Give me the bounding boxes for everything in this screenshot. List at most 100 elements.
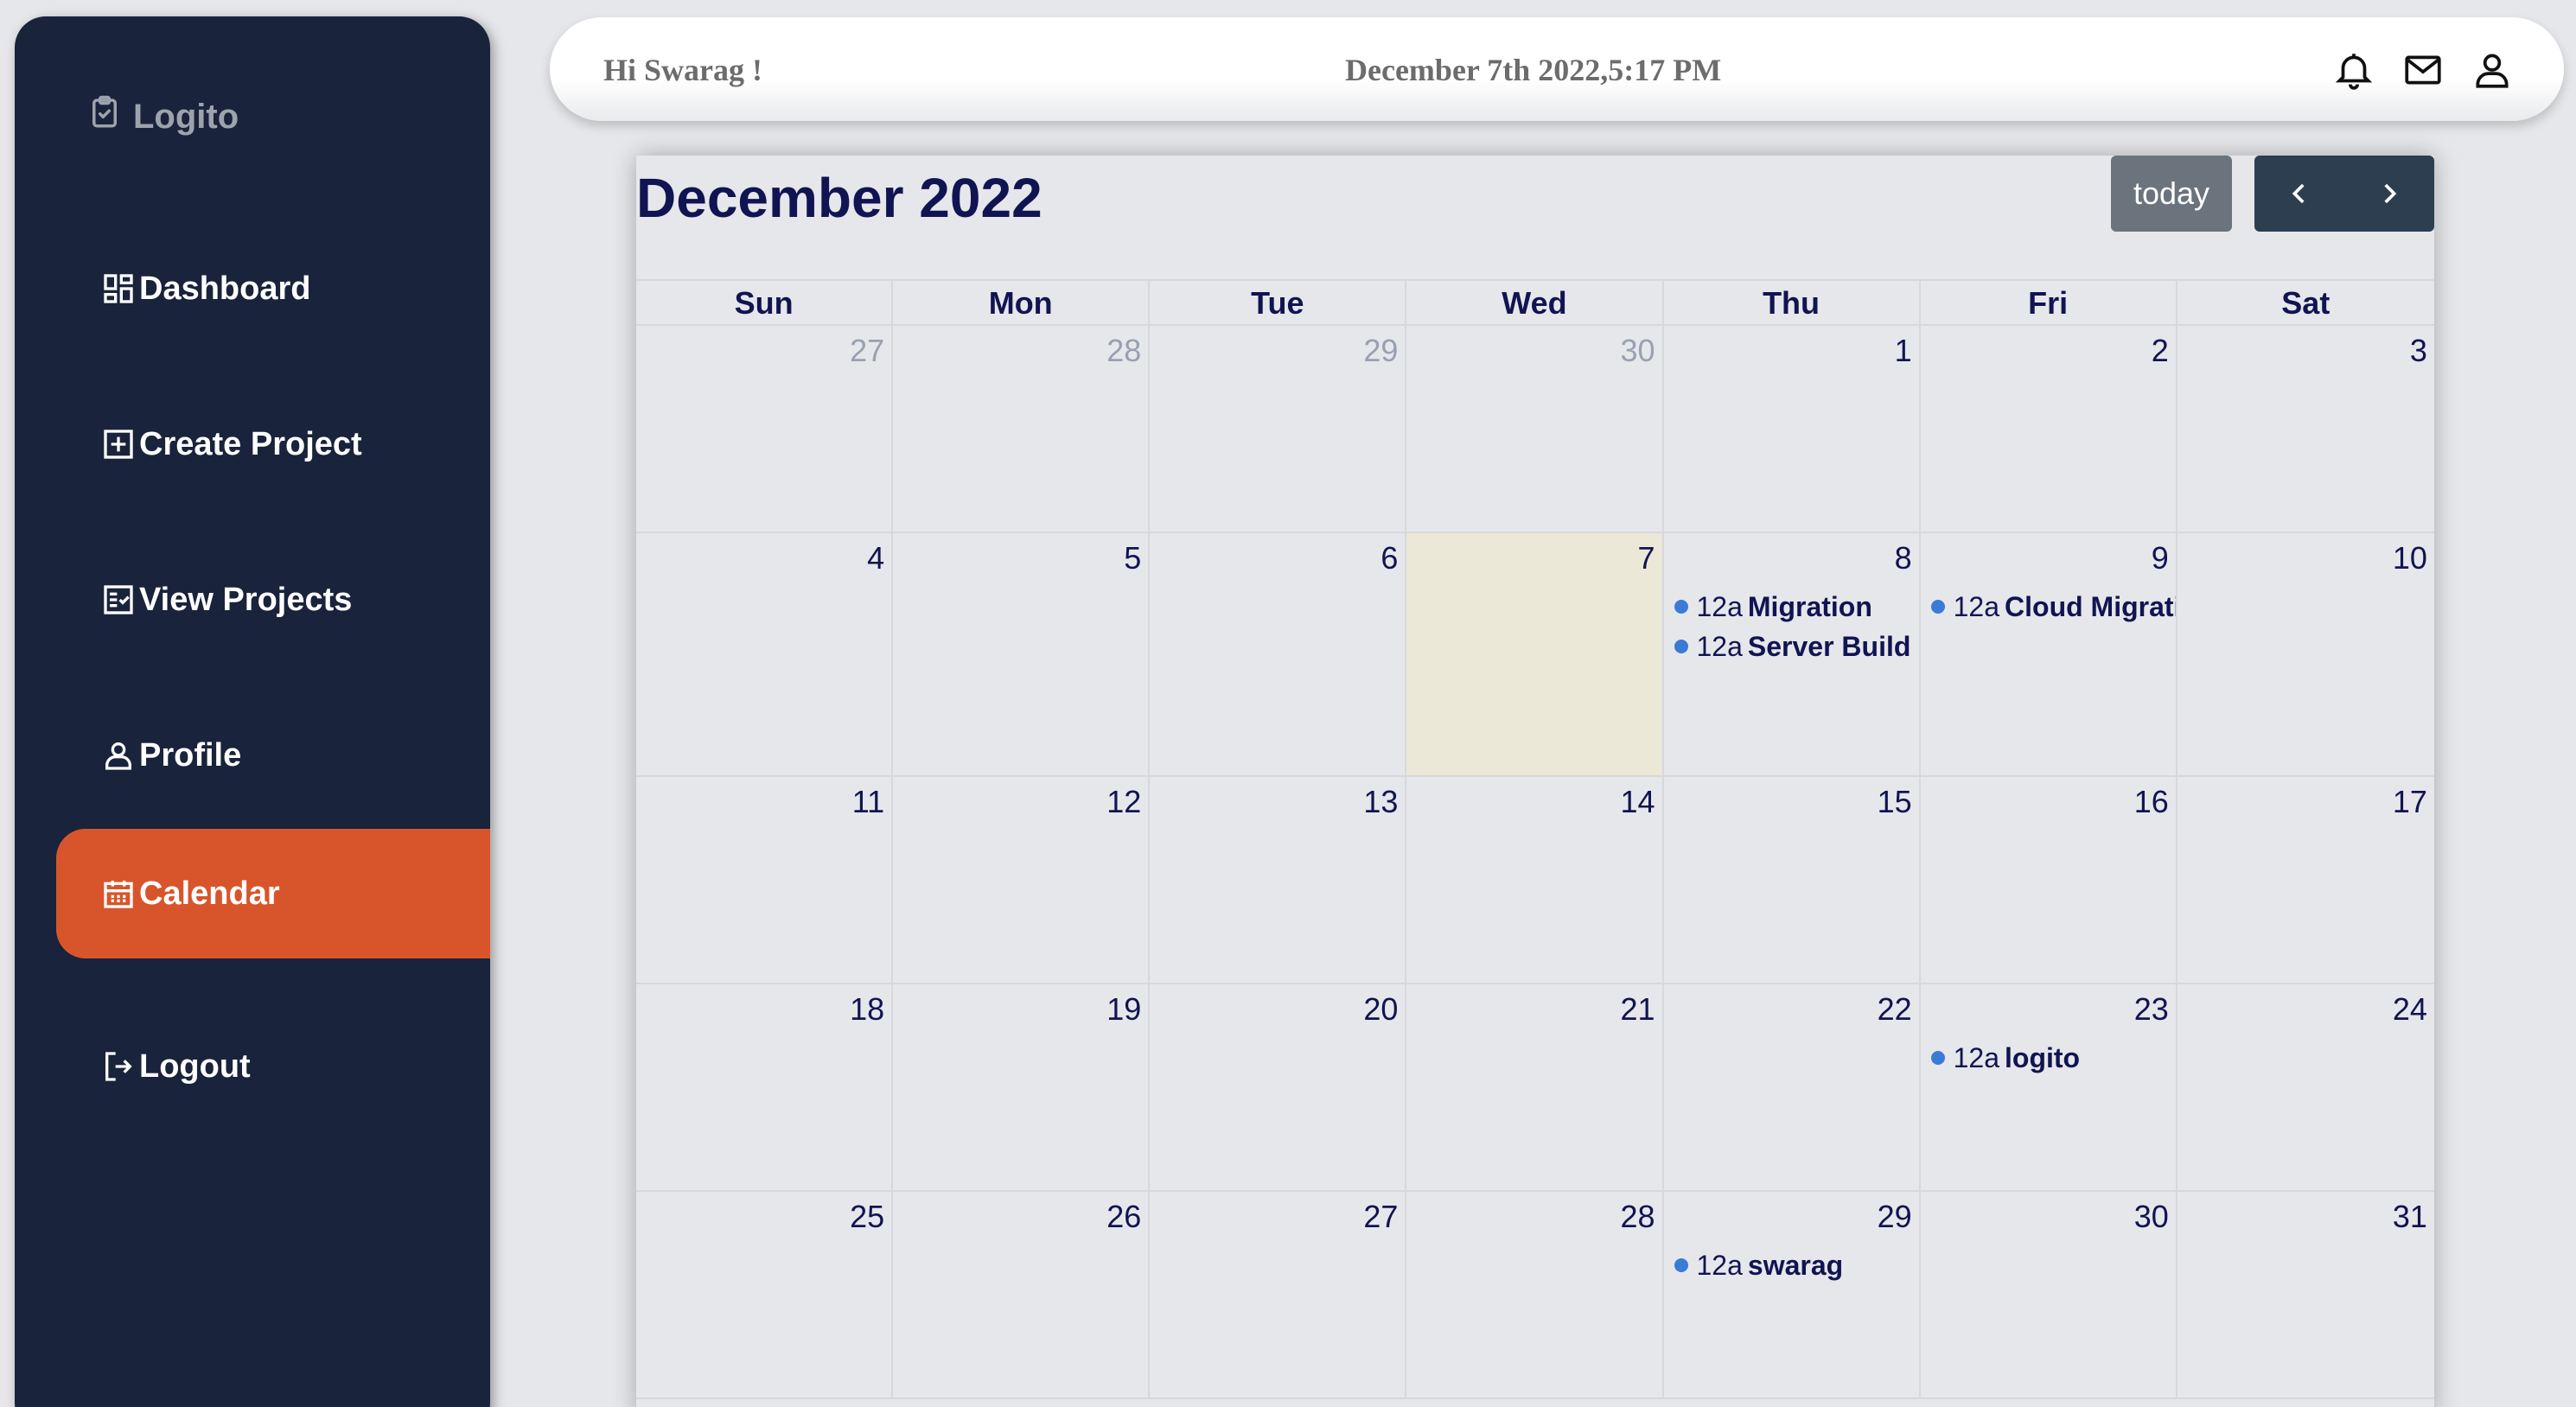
- day-number[interactable]: 27: [1363, 1199, 1398, 1235]
- day-cell[interactable]: 9 12aCloud Migration: [1921, 533, 2177, 775]
- day-cell[interactable]: 23 12a logito: [1921, 984, 2177, 1190]
- day-number[interactable]: 22: [1878, 991, 1912, 1028]
- calendar-event[interactable]: 12a Migration: [1674, 587, 1919, 627]
- day-number[interactable]: 6: [1380, 540, 1398, 576]
- day-cell[interactable]: 12: [893, 777, 1151, 983]
- week-row: 25 26 27 28 29 12a swarag 30 31: [636, 1192, 2434, 1399]
- day-cell[interactable]: 25: [636, 1192, 894, 1397]
- day-cell[interactable]: 29 12a swarag: [1664, 1192, 1921, 1397]
- day-number[interactable]: 21: [1620, 991, 1655, 1028]
- day-number[interactable]: 29: [1363, 333, 1398, 369]
- day-number[interactable]: 19: [1106, 991, 1141, 1028]
- day-number[interactable]: 11: [852, 784, 884, 820]
- day-cell[interactable]: 30: [1406, 326, 1664, 532]
- event-title: Migration: [1747, 590, 1872, 622]
- day-number[interactable]: 7: [1637, 540, 1655, 576]
- day-cell[interactable]: 26: [893, 1192, 1151, 1397]
- day-cell[interactable]: 18: [636, 984, 894, 1190]
- day-cell[interactable]: 27: [636, 326, 894, 532]
- day-number[interactable]: 10: [2393, 540, 2427, 576]
- day-number[interactable]: 31: [2393, 1199, 2427, 1235]
- month-grid: Sun Mon Tue Wed Thu Fri Sat 27 28 29 30 1 2 3 4 5 6 7 8 12…: [636, 279, 2434, 1399]
- day-cell[interactable]: 6: [1150, 533, 1407, 775]
- day-number[interactable]: 16: [2134, 784, 2169, 820]
- prev-month-button[interactable]: [2254, 156, 2344, 232]
- day-events: 12a Migration 12a Server Build: [1674, 587, 1919, 666]
- day-cell[interactable]: 27: [1150, 1192, 1407, 1397]
- today-button[interactable]: today: [2111, 156, 2232, 232]
- day-cell[interactable]: 3: [2177, 326, 2434, 532]
- day-number[interactable]: 13: [1363, 784, 1398, 820]
- day-cell[interactable]: 13: [1150, 777, 1407, 983]
- calendar-event[interactable]: 12aCloud Migration: [1930, 587, 2176, 627]
- day-cell[interactable]: 14: [1406, 777, 1664, 983]
- day-number[interactable]: 27: [850, 333, 884, 369]
- day-cell[interactable]: 29: [1150, 326, 1407, 532]
- sidebar-item-logout[interactable]: Logout: [56, 1002, 490, 1131]
- day-number[interactable]: 14: [1620, 784, 1655, 820]
- day-number[interactable]: 30: [1620, 333, 1655, 369]
- app-logo[interactable]: Logito: [86, 94, 239, 139]
- day-cell[interactable]: 16: [1921, 777, 2177, 983]
- day-cell[interactable]: 28: [893, 326, 1151, 532]
- day-cell[interactable]: 8 12a Migration 12a Server Build: [1664, 533, 1921, 775]
- day-number[interactable]: 29: [1878, 1199, 1912, 1235]
- day-cell-today[interactable]: 7: [1406, 533, 1664, 775]
- day-cell[interactable]: 28: [1406, 1192, 1664, 1397]
- mail-icon[interactable]: [2401, 48, 2445, 92]
- day-number[interactable]: 28: [1620, 1199, 1655, 1235]
- day-number[interactable]: 26: [1106, 1199, 1141, 1235]
- day-number[interactable]: 23: [2134, 991, 2169, 1028]
- day-number[interactable]: 20: [1363, 991, 1398, 1028]
- day-cell[interactable]: 11: [636, 777, 894, 983]
- day-cell[interactable]: 31: [2177, 1192, 2434, 1397]
- day-number[interactable]: 9: [2152, 540, 2169, 576]
- weekday-header-row: Sun Mon Tue Wed Thu Fri Sat: [636, 281, 2434, 326]
- day-cell[interactable]: 30: [1921, 1192, 2177, 1397]
- day-number[interactable]: 4: [867, 540, 884, 576]
- day-number[interactable]: 3: [2410, 333, 2427, 369]
- sidebar-item-create-project[interactable]: Create Project: [56, 379, 490, 509]
- day-cell[interactable]: 5: [893, 533, 1151, 775]
- day-cell[interactable]: 17: [2177, 777, 2434, 983]
- day-cell[interactable]: 21: [1406, 984, 1664, 1190]
- week-row: 18 19 20 21 22 23 12a logito 24: [636, 984, 2434, 1192]
- day-number[interactable]: 25: [850, 1199, 884, 1235]
- day-number[interactable]: 12: [1106, 784, 1141, 820]
- day-number[interactable]: 15: [1878, 784, 1912, 820]
- day-cell[interactable]: 10: [2177, 533, 2434, 775]
- calendar-event[interactable]: 12a logito: [1930, 1038, 2176, 1078]
- sidebar-item-profile[interactable]: Profile: [56, 691, 490, 820]
- calendar-event[interactable]: 12a swarag: [1674, 1245, 1919, 1285]
- day-number[interactable]: 24: [2393, 991, 2427, 1028]
- day-cell[interactable]: 4: [636, 533, 894, 775]
- day-number[interactable]: 28: [1106, 333, 1141, 369]
- chevron-left-icon: [2292, 183, 2305, 204]
- day-cell[interactable]: 22: [1664, 984, 1921, 1190]
- event-title: Server Build: [1747, 630, 1911, 662]
- day-number[interactable]: 5: [1124, 540, 1141, 576]
- day-cell[interactable]: 2: [1921, 326, 2177, 532]
- sidebar-item-calendar[interactable]: Calendar: [56, 829, 490, 958]
- calendar-nav: [2254, 156, 2434, 232]
- event-dot-icon: [1930, 600, 1945, 614]
- day-cell[interactable]: 20: [1150, 984, 1407, 1190]
- bell-icon[interactable]: [2332, 48, 2375, 92]
- day-number[interactable]: 8: [1895, 540, 1912, 576]
- user-icon[interactable]: [2471, 48, 2514, 92]
- day-number[interactable]: 18: [850, 991, 884, 1028]
- day-cell[interactable]: 1: [1664, 326, 1921, 532]
- day-cell[interactable]: 24: [2177, 984, 2434, 1190]
- day-number[interactable]: 1: [1895, 333, 1912, 369]
- next-month-button[interactable]: [2344, 156, 2434, 232]
- day-cell[interactable]: 19: [893, 984, 1151, 1190]
- calendar-event[interactable]: 12a Server Build: [1674, 627, 1919, 666]
- day-number[interactable]: 17: [2393, 784, 2427, 820]
- sidebar-item-dashboard[interactable]: Dashboard: [56, 224, 490, 353]
- day-cell[interactable]: 15: [1664, 777, 1921, 983]
- sidebar-item-view-projects[interactable]: View Projects: [56, 535, 490, 665]
- sidebar-item-label: Logout: [139, 1047, 251, 1085]
- day-number[interactable]: 2: [2152, 333, 2169, 369]
- weekday-header: Thu: [1664, 281, 1921, 324]
- day-number[interactable]: 30: [2134, 1199, 2169, 1235]
